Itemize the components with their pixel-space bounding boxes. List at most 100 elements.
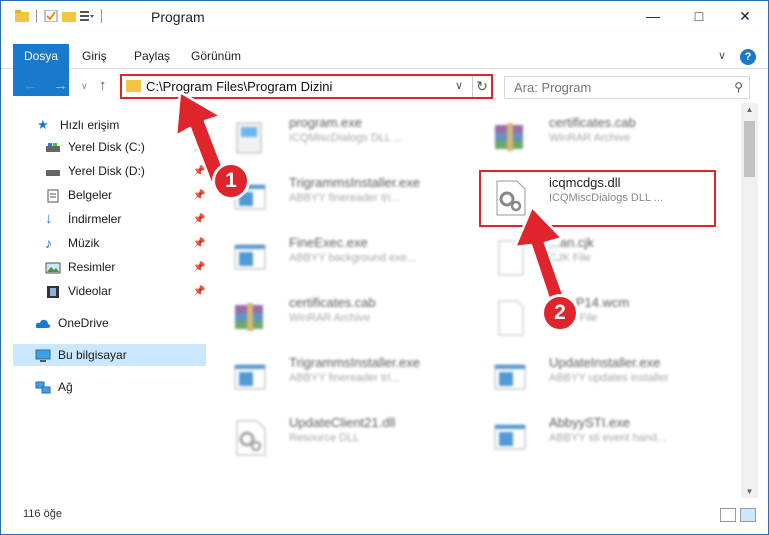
- vertical-scrollbar[interactable]: ▲ ▼: [741, 103, 758, 498]
- address-bar[interactable]: C:\Program Files\Program Dizini ∨ ↻: [120, 74, 493, 99]
- explorer-window: Program — □ ✕ Dosya Giriş Paylaş Görünüm…: [0, 0, 769, 535]
- sidebar-item-local-disk-d[interactable]: Yerel Disk (D:): [45, 160, 145, 182]
- file-item[interactable]: ...an.cjk CJK File: [471, 229, 721, 281]
- pictures-icon: [45, 260, 61, 274]
- chevron-down-icon[interactable]: ∨: [455, 79, 463, 92]
- sidebar-item-label: Videolar: [68, 284, 112, 298]
- ribbon-tabs: Dosya Giriş Paylaş Görünüm ∨ ?: [1, 44, 768, 96]
- pin-icon[interactable]: 📌: [193, 166, 205, 177]
- file-description: CJK File: [549, 252, 591, 264]
- sidebar-item-label: Resimler: [68, 260, 116, 274]
- file-name: certificates.cab: [289, 295, 376, 310]
- scroll-up-icon[interactable]: ▲: [741, 105, 758, 114]
- file-name: UpdateClient21.dll: [289, 415, 396, 430]
- forward-arrow-icon[interactable]: →: [53, 77, 68, 94]
- sidebar-item-label: Yerel Disk (D:): [68, 164, 145, 178]
- help-icon[interactable]: ?: [740, 49, 756, 65]
- sidebar-item-quick-access[interactable]: ★ Hızlı erişim: [37, 114, 119, 136]
- sidebar-item-label: Yerel Disk (C:): [68, 140, 145, 154]
- sidebar-item-label: Belgeler: [68, 188, 113, 202]
- file-name: UpdateInstaller.exe: [549, 355, 661, 370]
- quick-access-toolbar: [15, 9, 105, 23]
- window-title: Program: [151, 9, 205, 25]
- winrar-icon: [231, 299, 269, 337]
- refresh-icon[interactable]: ↻: [472, 76, 491, 97]
- file-description: ABBYY updates installer: [549, 372, 669, 384]
- pin-icon[interactable]: 📌: [193, 190, 205, 201]
- sidebar-item-label: Bu bilgisayar: [58, 348, 127, 362]
- file-item[interactable]: Sn...P14.wcmWCM File: [471, 289, 721, 341]
- app-icon: [491, 419, 529, 457]
- navigation-pane: ★ Hızlı erişim Yerel Disk (C:) 📌 Yerel D…: [1, 109, 208, 499]
- expand-ribbon-icon[interactable]: ∨: [718, 49, 726, 65]
- sidebar-item-onedrive[interactable]: OneDrive: [35, 312, 109, 334]
- sidebar-item-this-pc[interactable]: Bu bilgisayar: [13, 344, 206, 366]
- music-icon: ♪: [45, 235, 52, 251]
- folder-icon[interactable]: [15, 10, 29, 22]
- recent-locations-icon[interactable]: ∨: [81, 81, 88, 92]
- sidebar-item-label: OneDrive: [58, 316, 109, 330]
- winrar-icon: [491, 119, 529, 157]
- file-item[interactable]: AbbyySTI.exe ABBYY sti event hand...: [471, 409, 721, 461]
- file-item[interactable]: UpdateClient21.dll Resource DLL: [211, 409, 461, 461]
- sidebar-item-network[interactable]: Ağ: [35, 376, 73, 398]
- pin-icon[interactable]: 📌: [193, 214, 205, 225]
- pin-icon[interactable]: 📌: [193, 142, 205, 153]
- sidebar-item-music[interactable]: ♪ Müzik: [45, 232, 99, 254]
- file-item[interactable]: certificates.cab WinRAR Archive: [471, 109, 721, 161]
- up-arrow-icon[interactable]: ↑: [99, 77, 107, 94]
- sidebar-item-local-disk-c[interactable]: Yerel Disk (C:): [45, 136, 145, 158]
- file-description: ICQMiscDialogs DLL ...: [289, 132, 403, 144]
- file-name: AbbyySTI.exe: [549, 415, 630, 430]
- sidebar-item-label: Hızlı erişim: [60, 118, 120, 132]
- details-view-icon[interactable]: [720, 508, 736, 522]
- new-folder-icon[interactable]: [62, 10, 76, 22]
- file-name: FineExec.exe: [289, 235, 368, 250]
- search-input[interactable]: Ara: Program: [514, 80, 591, 95]
- title-bar: Program — □ ✕: [1, 1, 768, 31]
- sidebar-item-downloads[interactable]: ↓ İndirmeler: [45, 208, 121, 230]
- large-icons-view-icon[interactable]: [740, 508, 756, 522]
- search-box[interactable]: Ara: Program ⚲: [504, 76, 750, 99]
- blank-file-icon: [491, 299, 529, 337]
- item-count: 116 öğe: [23, 508, 62, 520]
- sidebar-item-videos[interactable]: Videolar: [45, 280, 112, 302]
- file-description: ABBYY background exe...: [289, 252, 416, 264]
- sidebar-item-documents[interactable]: Belgeler: [45, 184, 112, 206]
- file-item[interactable]: UpdateInstaller.exe ABBYY updates install…: [471, 349, 721, 401]
- download-icon: ↓: [45, 210, 53, 227]
- file-item[interactable]: program.exe ICQMiscDialogs DLL ...: [211, 109, 461, 161]
- file-name: ...an.cjk: [549, 235, 594, 250]
- customize-toolbar-icon[interactable]: [80, 10, 94, 22]
- file-name: program.exe: [289, 115, 362, 130]
- file-description: ABBYY finereader tri...: [289, 372, 400, 384]
- file-item[interactable]: TrigrammsInstaller.exe ABBYY finereader t…: [211, 349, 461, 401]
- properties-icon[interactable]: [44, 10, 58, 22]
- tab-view[interactable]: Görünüm: [191, 44, 241, 69]
- address-path[interactable]: C:\Program Files\Program Dizini: [146, 79, 332, 94]
- file-name: TrigrammsInstaller.exe: [289, 355, 420, 370]
- scrollbar-thumb[interactable]: [744, 121, 755, 177]
- folder-icon: [126, 80, 141, 92]
- app-icon: [231, 359, 269, 397]
- back-arrow-icon[interactable]: ←: [23, 77, 38, 94]
- drive-icon: [45, 140, 61, 154]
- sidebar-item-pictures[interactable]: Resimler: [45, 256, 115, 278]
- scroll-down-icon[interactable]: ▼: [741, 487, 758, 496]
- tab-share[interactable]: Paylaş: [134, 44, 170, 69]
- maximize-icon[interactable]: □: [676, 1, 722, 31]
- status-bar: 116 öğe: [1, 501, 768, 531]
- file-item[interactable]: FineExec.exe ABBYY background exe...: [211, 229, 461, 281]
- app-icon: [491, 359, 529, 397]
- pin-icon[interactable]: 📌: [193, 286, 205, 297]
- tab-home[interactable]: Giriş: [82, 44, 107, 69]
- pin-icon[interactable]: 📌: [193, 262, 205, 273]
- dll-gear-icon: [231, 419, 269, 457]
- minimize-icon[interactable]: —: [630, 1, 676, 31]
- window-controls: — □ ✕: [630, 1, 768, 31]
- file-description: WinRAR Archive: [549, 132, 631, 144]
- search-icon[interactable]: ⚲: [734, 80, 743, 94]
- close-icon[interactable]: ✕: [722, 1, 768, 31]
- file-item[interactable]: certificates.cab WinRAR Archive: [211, 289, 461, 341]
- pin-icon[interactable]: 📌: [193, 238, 205, 249]
